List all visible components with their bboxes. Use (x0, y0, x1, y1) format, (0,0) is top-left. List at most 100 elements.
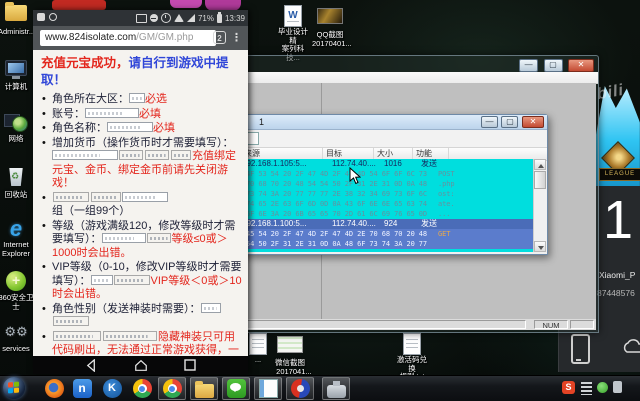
text-input[interactable] (91, 275, 113, 285)
taskbar-item-explorer[interactable] (190, 377, 218, 400)
cloud-icon[interactable] (621, 338, 640, 361)
packet-window-titlebar[interactable]: 1 — ▢ ✕ (241, 115, 547, 130)
minimize-button[interactable]: — (519, 59, 538, 72)
status-cell (246, 320, 526, 329)
close-button[interactable]: ✕ (568, 59, 594, 72)
scroll-up-icon[interactable] (534, 159, 546, 170)
taskbar-item-screen-recorder[interactable] (286, 377, 314, 400)
text-input[interactable] (201, 303, 221, 313)
network-tray-icon[interactable] (581, 382, 592, 395)
packet-cell: 192.168.1.100:5... (242, 219, 307, 229)
main-window-statusbar: NUM (243, 319, 596, 330)
text-input[interactable] (85, 108, 139, 118)
text-input[interactable] (52, 150, 118, 160)
text-input[interactable] (122, 192, 168, 202)
text-input[interactable] (102, 233, 146, 243)
desktop-icon-administrator-folder[interactable]: Administr... (0, 2, 34, 37)
desktop-icon-recycle-bin[interactable]: 回收站 (0, 166, 34, 200)
browser-menu-icon[interactable]: ⋮ (231, 30, 242, 46)
qq-screenshot-icon (317, 8, 343, 30)
hex-dump-row: 6F 6E 3A 20 6B 65 65 70 2D 61 6C 69 76 6… (242, 209, 546, 219)
desktop-icon-word-doc[interactable]: W毕业设计精案列科技... (275, 4, 311, 62)
tab-count-button[interactable]: 2 (213, 31, 226, 44)
small-button[interactable] (119, 150, 143, 160)
taskbar-item-kugou[interactable]: K (98, 377, 126, 400)
text-input[interactable] (107, 122, 153, 132)
desktop-icon-network[interactable]: 网络 (0, 112, 34, 144)
packet-row[interactable]: 192.168.1.100:5...112.74.40....924发送 (242, 219, 546, 229)
text-input[interactable] (129, 93, 145, 103)
taskbar-item-device-tool[interactable] (322, 377, 350, 400)
close-button[interactable]: ✕ (522, 116, 544, 128)
explorer-icon (195, 384, 214, 398)
small-button[interactable] (145, 150, 169, 160)
lol-banner-label: LEAGUE (599, 168, 640, 181)
windows-taskbar: nK S (0, 375, 640, 401)
alarm-icon (161, 13, 171, 23)
maximize-button[interactable]: ▢ (501, 116, 518, 128)
desktop-icon-label: 网络 (0, 135, 34, 144)
computer-icon (3, 60, 29, 82)
hex-dump-row: 45 54 20 2F 47 4D 2F 47 4D 2E 70 68 70 2… (242, 229, 546, 239)
item-label: 角色所在大区： (52, 93, 129, 105)
hex-dump-row: 73 74 3A 20 77 77 77 2E 38 32 34 69 73 6… (242, 189, 546, 199)
main-window-titlebar[interactable]: — ▢ ✕ (241, 56, 598, 72)
kugou-icon: K (103, 379, 122, 398)
taskbar-item-browser-n[interactable]: n (68, 377, 96, 400)
scroll-thumb[interactable] (534, 171, 546, 189)
taskbar-item-chrome[interactable] (128, 377, 156, 400)
phone-mirror-screen: 71% 13:39 www.824isolate.com/GM/GM.php 2… (33, 10, 248, 374)
small-button[interactable] (91, 192, 121, 202)
scrollbar[interactable] (533, 159, 546, 252)
required-note: 必填 (153, 122, 175, 134)
firefox-icon (45, 379, 64, 398)
taskbar-item-notepad[interactable] (254, 377, 282, 400)
small-button[interactable] (103, 331, 157, 341)
phone-icon[interactable] (571, 334, 590, 364)
taskbar-item-firefox[interactable] (40, 377, 68, 400)
cast-icon (136, 14, 147, 23)
desktop-icon-wechat-screenshot[interactable]: 微信截图_2017041... (272, 332, 308, 376)
desktop-icon-services[interactable]: ⚙⚙services (0, 322, 34, 354)
hex-ascii: ate. (438, 199, 454, 209)
desktop-icon-label: QQ截图20170401... (312, 31, 348, 48)
recents-icon[interactable] (184, 359, 196, 371)
minimize-button[interactable]: — (481, 116, 498, 128)
url-path: /GM/GM.php (136, 32, 193, 43)
packet-row[interactable]: 192.168.1.105:5...112.74.40....1016发送 (242, 159, 546, 169)
small-button[interactable] (171, 150, 191, 160)
desktop-icon-computer[interactable]: 计算机 (0, 58, 34, 92)
desktop-icon-label: 计算机 (0, 83, 34, 92)
do-not-disturb-icon (150, 14, 158, 22)
desktop-icon-internet-explorer[interactable]: eInternet Explorer (0, 218, 34, 258)
maximize-button[interactable]: ▢ (544, 59, 563, 72)
small-button[interactable] (53, 331, 101, 341)
small-button[interactable] (53, 192, 89, 202)
taskbar-item-chrome-2[interactable] (158, 377, 186, 400)
battery-icon (217, 14, 222, 23)
home-icon[interactable] (134, 359, 148, 372)
start-button[interactable] (3, 377, 25, 399)
desktop-icon-360-safe[interactable]: 360安全卫士 (0, 270, 34, 311)
url-host: www.824isolate.com (45, 32, 136, 43)
packet-list[interactable]: 192.168.1.105:5...112.74.40....1016发送4F … (242, 159, 546, 252)
hex-ascii: POST (438, 169, 454, 179)
hex-dump-row: 54 50 2F 31 2E 31 0D 0A 48 6F 73 74 3A 2… (242, 239, 546, 249)
desktop-icon-label: 360安全卫士 (0, 294, 34, 311)
small-button[interactable] (53, 316, 89, 326)
small-button[interactable] (147, 233, 171, 243)
windows-logo-icon (8, 382, 19, 394)
taskbar-item-wechat[interactable] (222, 377, 250, 400)
wechat-screenshot-icon (277, 336, 303, 358)
desktop-icon-qq-screenshot[interactable]: QQ截图20170401... (312, 4, 348, 48)
desktop-icon-label: Administr... (0, 28, 34, 37)
usb-tray-icon[interactable] (613, 381, 622, 393)
hex-dump-row: 4F 53 54 20 2F 47 4D 2F 47 4D 54 6F 6F 6… (242, 169, 546, 179)
back-icon[interactable] (85, 359, 98, 372)
scroll-down-icon[interactable] (534, 241, 546, 252)
small-button[interactable] (114, 275, 150, 285)
item-label: 角色性别（发送神装时需要）： (52, 303, 201, 315)
wechat-tray-icon[interactable] (597, 382, 608, 393)
sogou-tray-icon[interactable]: S (562, 381, 575, 394)
url-bar[interactable]: www.824isolate.com/GM/GM.php (40, 30, 216, 46)
